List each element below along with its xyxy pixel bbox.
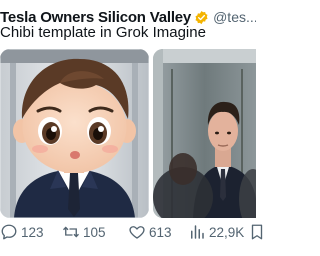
tweet-image-photo[interactable] [153,49,256,218]
author-name[interactable]: Tesla Owners Silicon Valley [0,9,191,26]
chibi-illustration [0,49,149,218]
tweet[interactable]: Tesla Owners Silicon Valley @tes... · 5h… [0,0,263,256]
like-action[interactable]: 613 [128,221,172,243]
views-action[interactable]: 22,9K [188,221,244,243]
like-count: 613 [149,224,172,240]
reply-count: 123 [21,224,44,240]
views-count: 22,9K [209,224,245,240]
tweet-actions: 123 105 613 22,9K [0,221,263,243]
repost-count: 105 [83,224,106,240]
heart-icon [129,226,145,239]
repost-icon [63,226,79,238]
tweet-text: Chibi template in Grok Imagine [0,24,206,41]
bookmark-icon [251,224,263,240]
views-icon [191,225,204,239]
reply-action[interactable]: 123 [0,221,44,243]
elevator-photo [153,49,256,218]
author-handle[interactable]: @tes... [213,9,256,25]
bookmark-action[interactable] [248,221,269,243]
tweet-image-chibi[interactable] [0,49,149,218]
reply-icon [1,224,17,240]
repost-action[interactable]: 105 [62,221,106,243]
verified-badge-icon [195,10,208,24]
